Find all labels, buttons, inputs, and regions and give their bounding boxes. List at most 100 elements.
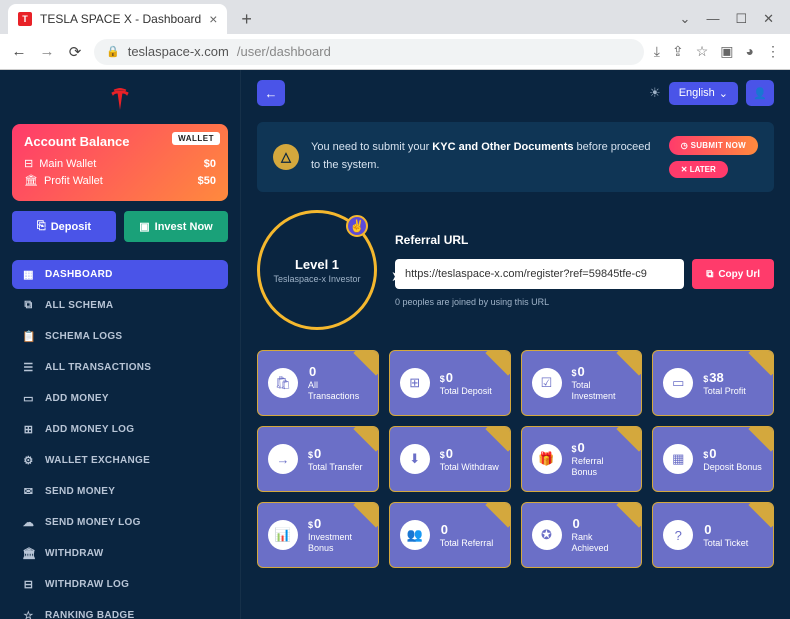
chevron-down-icon[interactable]: ⌄: [680, 11, 691, 27]
copy-url-button[interactable]: ⧉Copy Url: [692, 259, 774, 289]
theme-toggle-icon[interactable]: ☀: [649, 85, 661, 101]
nav-withdraw[interactable]: 🏛WITHDRAW: [12, 539, 228, 568]
back-button[interactable]: ←: [257, 80, 285, 106]
install-icon[interactable]: ⤓: [654, 43, 660, 60]
card-value: 0: [314, 516, 321, 531]
bookmark-icon[interactable]: ☆: [696, 43, 709, 60]
chevron-down-icon: ⌄: [719, 87, 728, 100]
nav-label: WITHDRAW: [45, 548, 104, 559]
back-icon[interactable]: ←: [10, 43, 28, 60]
invest-button[interactable]: ▣Invest Now: [124, 211, 228, 242]
language-label: English: [679, 87, 715, 99]
card-referral-bonus[interactable]: 🎁$0Referral Bonus: [521, 426, 643, 492]
nav-label: WALLET EXCHANGE: [45, 455, 150, 466]
extensions-icon[interactable]: ▣: [720, 43, 733, 60]
main-content: ← ☀ English ⌄ 👤 △ You need to submit your…: [240, 70, 790, 619]
url-host: teslaspace-x.com: [128, 44, 229, 59]
sidebar: WALLET Account Balance ⊟Main Wallet $0 🏛…: [0, 70, 240, 619]
topbar: ← ☀ English ⌄ 👤: [257, 80, 774, 106]
exchange-icon: ⚙: [22, 454, 35, 467]
tesla-logo-icon: [110, 88, 130, 110]
main-wallet-value: $0: [204, 158, 216, 170]
close-tab-icon[interactable]: ×: [209, 11, 217, 27]
calendar-icon: ▦: [663, 444, 693, 474]
card-value: 0: [578, 364, 585, 379]
submit-now-button[interactable]: ◷ SUBMIT NOW: [669, 136, 758, 155]
wallet-icon: ▭: [663, 368, 693, 398]
card-total-withdraw[interactable]: ⬇$0Total Withdraw: [389, 426, 511, 492]
card-total-referral[interactable]: 👥0Total Referral: [389, 502, 511, 568]
tab-title: TESLA SPACE X - Dashboard: [40, 12, 201, 26]
card-total-ticket[interactable]: ?0Total Ticket: [652, 502, 774, 568]
close-window-icon[interactable]: ✕: [763, 11, 774, 27]
help-icon: ?: [663, 520, 693, 550]
nav-list: ▦DASHBOARD ⧉ALL SCHEMA 📋SCHEMA LOGS ☰ALL…: [12, 260, 228, 619]
card-value: 0: [578, 440, 585, 455]
url-field[interactable]: 🔒 teslaspace-x.com/user/dashboard: [94, 39, 644, 65]
minimize-icon[interactable]: ―: [706, 11, 719, 27]
card-value: 0: [314, 446, 321, 461]
nav-schema-logs[interactable]: 📋SCHEMA LOGS: [12, 322, 228, 351]
card-all-transactions[interactable]: 🛍0All Transactions: [257, 350, 379, 416]
card-deposit-bonus[interactable]: ▦$0Deposit Bonus: [652, 426, 774, 492]
level-circle: ✌ Level 1 Teslaspace-x Investor: [257, 210, 377, 330]
nav-all-schema[interactable]: ⧉ALL SCHEMA: [12, 291, 228, 320]
level-subtitle: Teslaspace-x Investor: [273, 274, 360, 284]
card-label: Total Transfer: [308, 462, 363, 473]
nav-withdraw-log[interactable]: ⊟ WITHDRAW LOG: [12, 570, 228, 599]
grid-icon: ▦: [22, 268, 35, 281]
card-total-transfer[interactable]: →$0Total Transfer: [257, 426, 379, 492]
forward-icon[interactable]: →: [38, 43, 56, 60]
card-value: 0: [573, 516, 580, 531]
share-icon[interactable]: ⇪: [672, 43, 684, 60]
menu-icon[interactable]: ⋮: [766, 43, 780, 60]
card-total-deposit[interactable]: ⊞$0Total Deposit: [389, 350, 511, 416]
cloud-icon: ☁: [22, 516, 35, 529]
arrow-icon: →: [268, 444, 298, 474]
card-total-profit[interactable]: ▭$38Total Profit: [652, 350, 774, 416]
card-label: Investment Bonus: [308, 532, 368, 554]
nav-all-transactions[interactable]: ☰ALL TRANSACTIONS: [12, 353, 228, 382]
doc-icon: ⊟: [22, 578, 35, 591]
window-controls: ⌄ ― ☐ ✕: [680, 11, 782, 27]
lock-icon: 🔒: [106, 45, 120, 58]
later-button[interactable]: ✕ LATER: [669, 161, 728, 178]
new-tab-button[interactable]: +: [233, 9, 260, 30]
card-value: 0: [709, 446, 716, 461]
app-body: WALLET Account Balance ⊟Main Wallet $0 🏛…: [0, 70, 790, 619]
card-label: Referral Bonus: [572, 456, 632, 478]
nav-label: SEND MONEY: [45, 486, 115, 497]
deposit-button[interactable]: ⎘Deposit: [12, 211, 116, 242]
reload-icon[interactable]: ⟳: [66, 43, 84, 61]
card-value: 0: [446, 370, 453, 385]
user-button[interactable]: 👤: [746, 80, 774, 106]
profile-icon[interactable]: ◕: [746, 43, 754, 60]
nav-send-money[interactable]: ✉SEND MONEY: [12, 477, 228, 506]
nav-wallet-exchange[interactable]: ⚙ WALLET EXCHANGE: [12, 446, 228, 475]
kyc-notice: △ You need to submit your KYC and Other …: [257, 122, 774, 192]
warning-icon: △: [273, 144, 299, 170]
nav-add-money-log[interactable]: ⊞ADD MONEY LOG: [12, 415, 228, 444]
browser-tab[interactable]: T TESLA SPACE X - Dashboard ×: [8, 4, 227, 34]
card-value: 0: [441, 522, 448, 537]
balance-card: WALLET Account Balance ⊟Main Wallet $0 🏛…: [12, 124, 228, 201]
deposit-icon: ⎘: [37, 220, 46, 233]
maximize-icon[interactable]: ☐: [735, 11, 747, 27]
card-label: Total Ticket: [703, 538, 748, 549]
nav-label: SCHEMA LOGS: [45, 331, 122, 342]
download-icon: ⬇: [400, 444, 430, 474]
nav-ranking-badge[interactable]: ☆RANKING BADGE: [12, 601, 228, 619]
card-total-investment[interactable]: ☑$0Total Investment: [521, 350, 643, 416]
wallet-chip: WALLET: [172, 132, 220, 145]
card-investment-bonus[interactable]: 📊$0Investment Bonus: [257, 502, 379, 568]
browser-chrome: T TESLA SPACE X - Dashboard × + ⌄ ― ☐ ✕ …: [0, 0, 790, 70]
nav-dashboard[interactable]: ▦DASHBOARD: [12, 260, 228, 289]
card-rank-achieved[interactable]: ✪0Rank Achieved: [521, 502, 643, 568]
main-wallet-label: Main Wallet: [39, 158, 96, 170]
language-button[interactable]: English ⌄: [669, 82, 738, 105]
nav-label: WITHDRAW LOG: [45, 579, 129, 590]
referral-url-input[interactable]: [395, 259, 684, 289]
nav-send-money-log[interactable]: ☁SEND MONEY LOG: [12, 508, 228, 537]
nav-add-money[interactable]: ▭ADD MONEY: [12, 384, 228, 413]
card-value: 0: [446, 446, 453, 461]
